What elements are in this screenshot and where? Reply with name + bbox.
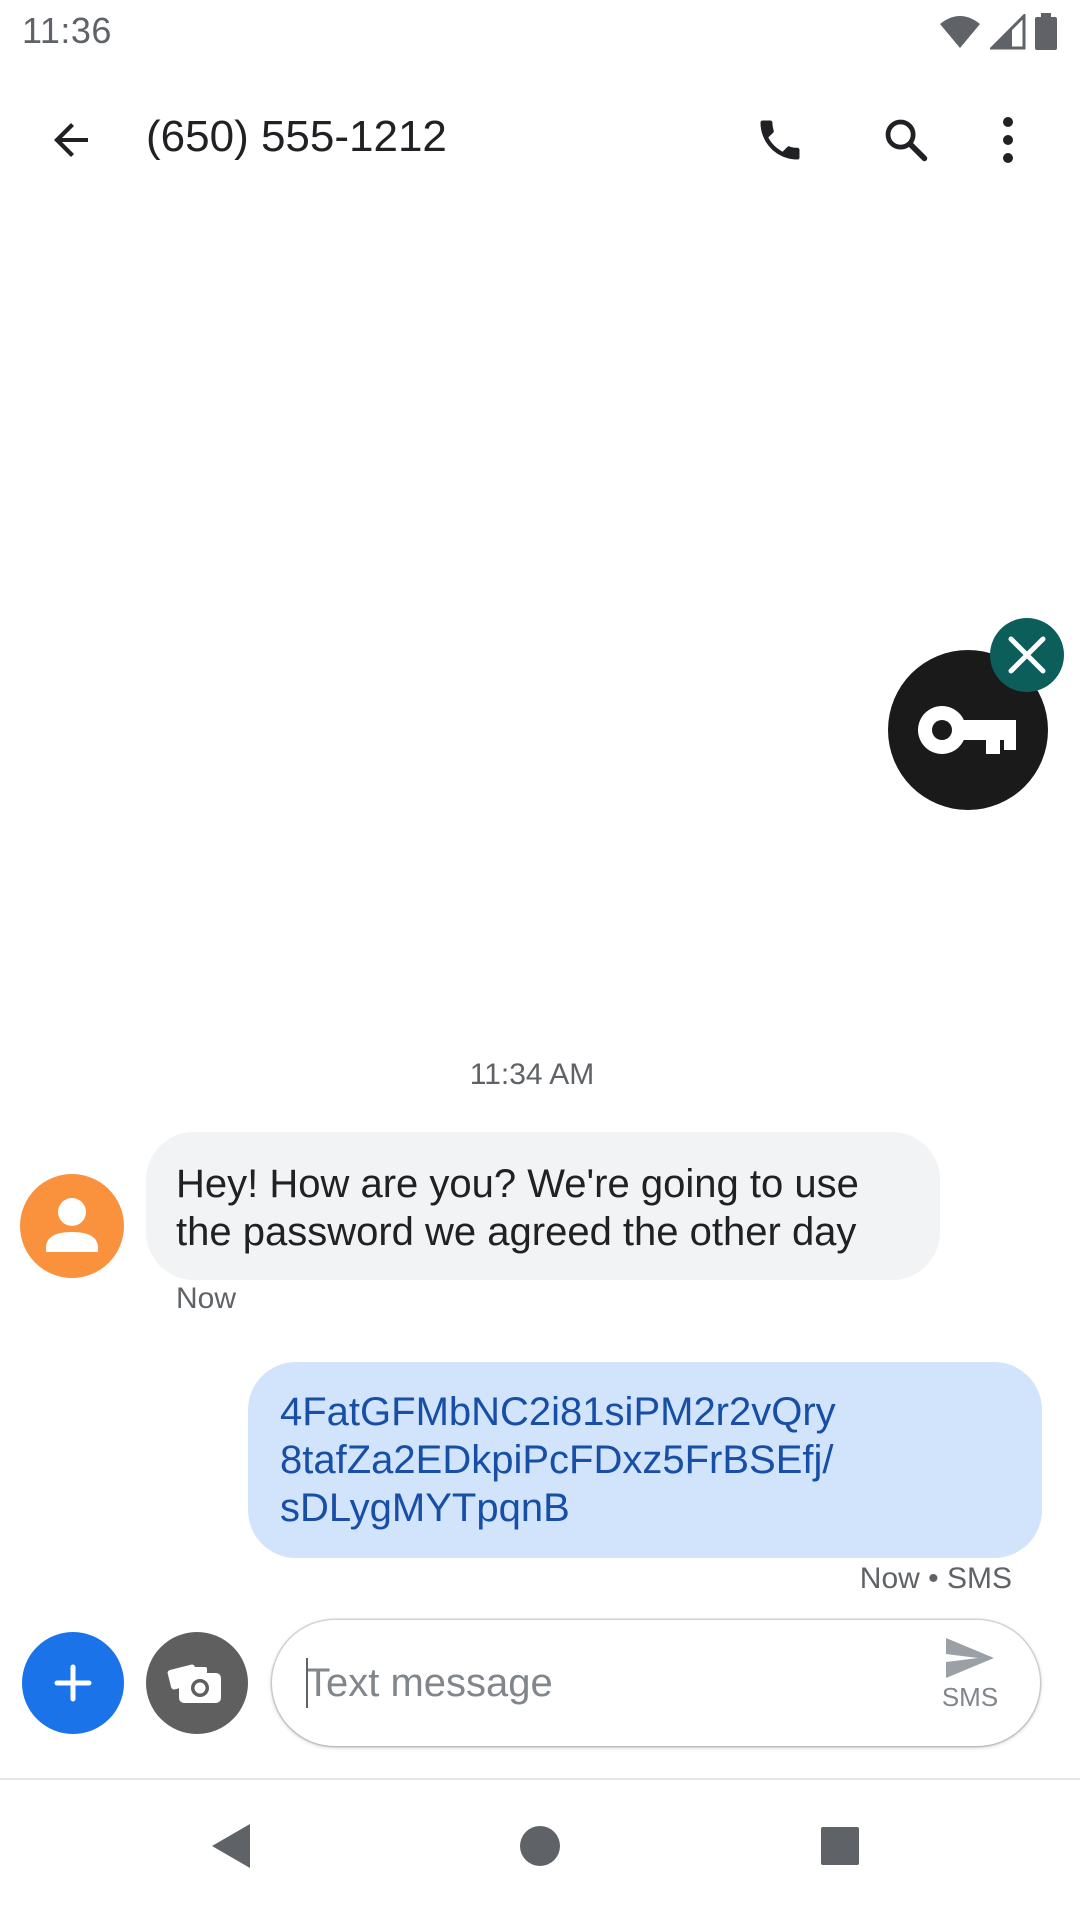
message-input[interactable]: [306, 1648, 866, 1718]
outgoing-message-bubble[interactable]: 4FatGFMbNC2i81siPM2r2vQry 8tafZa2EDkpiPc…: [248, 1362, 1042, 1558]
search-button[interactable]: [866, 100, 946, 180]
compose-box: SMS: [272, 1620, 1040, 1746]
nav-home-icon: [520, 1826, 560, 1866]
close-icon: [1008, 636, 1046, 674]
nav-recents-icon: [821, 1827, 859, 1865]
phone-icon: [760, 120, 800, 160]
more-vert-icon: [1003, 117, 1013, 163]
camera-icon: [167, 1664, 221, 1703]
send-icon: [946, 1638, 994, 1678]
battery-icon: [1035, 13, 1057, 50]
system-nav-bar: [0, 1780, 1080, 1920]
message-text: Hey! How are you? We're going to use the…: [176, 1162, 859, 1254]
back-button[interactable]: [34, 102, 110, 178]
status-bar: 11:36: [0, 0, 1080, 64]
send-label: SMS: [941, 1682, 999, 1712]
app-bar: (650) 555-1212: [0, 64, 1080, 204]
search-icon: [885, 119, 928, 162]
nav-home-button[interactable]: [510, 1816, 570, 1876]
signal-icon: [990, 14, 1026, 50]
nav-back-icon: [212, 1824, 250, 1868]
back-arrow-icon: [54, 123, 88, 157]
text-cursor: [306, 1658, 308, 1708]
send-button[interactable]: SMS: [930, 1636, 1010, 1732]
conversation-timestamp: 11:34 AM: [469, 1058, 595, 1091]
bubble-close-button[interactable]: [990, 618, 1064, 692]
status-time: 11:36: [22, 10, 112, 51]
call-button[interactable]: [740, 100, 820, 180]
camera-button[interactable]: [146, 1632, 248, 1734]
contact-avatar[interactable]: [20, 1174, 124, 1278]
nav-back-button[interactable]: [200, 1816, 260, 1876]
message-status: Now: [176, 1282, 237, 1315]
plus-icon: [54, 1664, 92, 1702]
status-icons: [938, 12, 1058, 52]
key-icon: [918, 706, 1016, 754]
add-attachment-button[interactable]: [22, 1632, 124, 1734]
contact-title: (650) 555-1212: [146, 112, 447, 161]
message-text: 4FatGFMbNC2i81siPM2r2vQry 8tafZa2EDkpiPc…: [280, 1390, 836, 1530]
message-status: Now • SMS: [859, 1562, 1012, 1595]
incoming-message-bubble[interactable]: Hey! How are you? We're going to use the…: [146, 1132, 940, 1280]
nav-recents-button[interactable]: [810, 1816, 870, 1876]
wifi-icon: [940, 16, 980, 48]
person-icon: [46, 1198, 98, 1252]
more-options-button[interactable]: [978, 100, 1038, 180]
